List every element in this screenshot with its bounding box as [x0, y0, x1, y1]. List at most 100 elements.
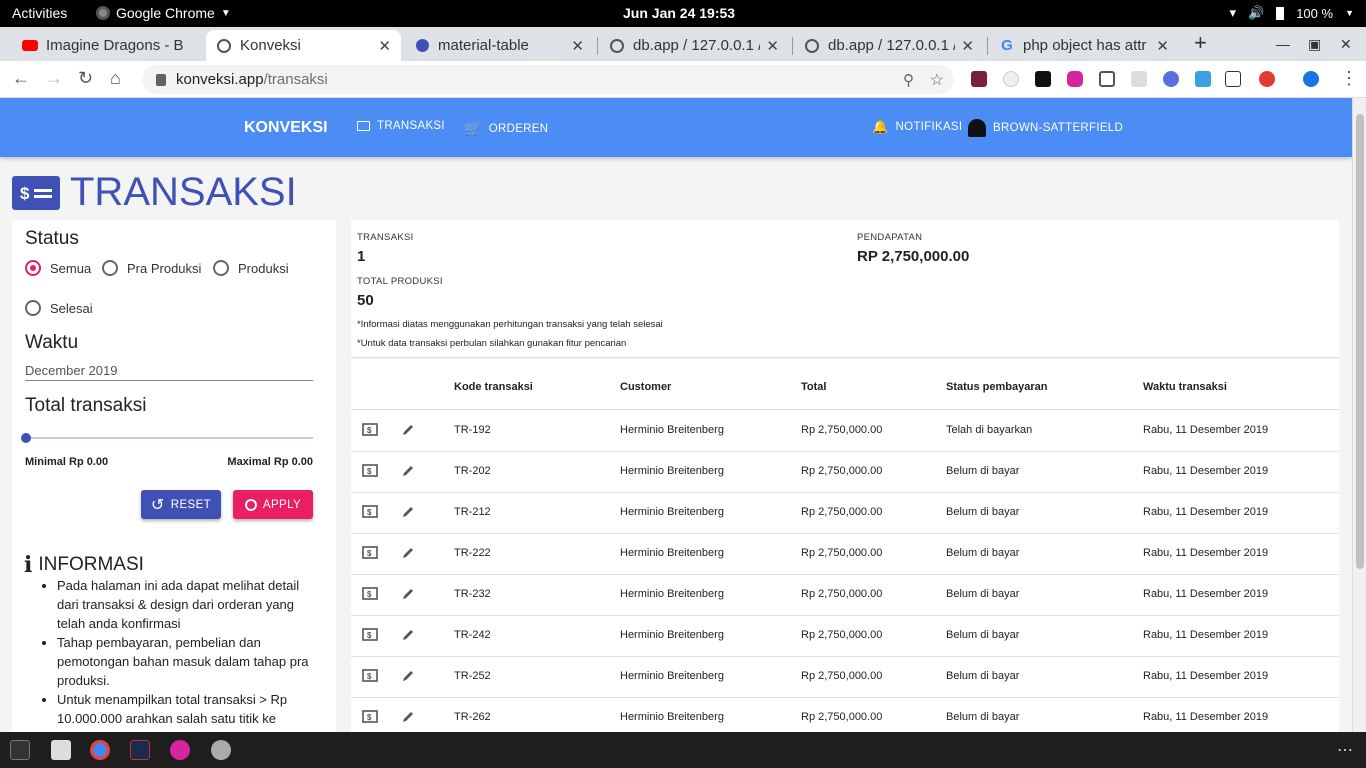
check-icon[interactable] — [1163, 71, 1179, 87]
files-icon[interactable] — [51, 740, 71, 760]
column-header[interactable]: Status pembayaran — [946, 381, 1047, 393]
nav-orderen[interactable]: 🛒 ORDEREN — [464, 120, 548, 137]
lightning-icon[interactable] — [1259, 71, 1275, 87]
system-tray[interactable]: ▾ 🔊 100 % ▼ — [1229, 5, 1354, 21]
column-header[interactable]: Kode transaksi — [454, 381, 533, 393]
na-icon[interactable] — [1225, 71, 1241, 87]
money-icon[interactable]: $ — [362, 505, 378, 521]
range-slider-thumb[interactable] — [21, 433, 31, 443]
money-icon[interactable]: $ — [362, 464, 378, 480]
chat-icon[interactable] — [1099, 71, 1115, 87]
tab-db-app-1[interactable]: db.app / 127.0.0.1 / ✕ — [599, 30, 789, 61]
page-title: $ TRANSAKSI — [12, 170, 297, 215]
table-cell: TR-212 — [454, 506, 491, 518]
chrome-icon[interactable] — [90, 740, 110, 760]
edit-pencil-icon[interactable] — [401, 464, 415, 481]
tab-title: db.app / 127.0.0.1 / — [633, 37, 761, 54]
edit-pencil-icon[interactable] — [401, 505, 415, 522]
tab-php-object[interactable]: G php object has attr ✕ — [989, 30, 1179, 61]
instagram-icon[interactable] — [1067, 71, 1083, 87]
edit-pencil-icon[interactable] — [401, 587, 415, 604]
money-icon[interactable]: $ — [362, 587, 378, 603]
close-icon[interactable]: ✕ — [766, 37, 779, 55]
nav-notifikasi[interactable]: 🔔 NOTIFIKASI — [872, 119, 962, 135]
column-header[interactable]: Customer — [620, 381, 671, 393]
edit-pencil-icon[interactable] — [401, 546, 415, 563]
minimize-button[interactable]: — — [1276, 36, 1290, 52]
tab-youtube[interactable]: Imagine Dragons - B — [12, 30, 202, 61]
close-icon[interactable]: ✕ — [378, 37, 391, 55]
edit-pencil-icon[interactable] — [401, 423, 415, 440]
close-icon[interactable]: ✕ — [961, 37, 974, 55]
edit-pencil-icon[interactable] — [401, 710, 415, 727]
table-row[interactable]: $ TR-262 Herminio Breitenberg Rp 2,750,000.… — [351, 698, 1339, 732]
activities-button[interactable]: Activities — [12, 5, 67, 21]
table-row[interactable]: $ TR-212 Herminio Breitenberg Rp 2,750,000.… — [351, 493, 1339, 534]
tab-konveksi[interactable]: Konveksi ✕ — [206, 30, 401, 61]
edit-pencil-icon[interactable] — [401, 669, 415, 686]
terminal-icon[interactable] — [10, 740, 30, 760]
radio-pra-produksi[interactable]: Pra Produksi — [102, 260, 201, 276]
home-icon[interactable]: ⌂ — [110, 68, 121, 89]
extension-icon[interactable] — [1131, 71, 1147, 87]
nav-transaksi[interactable]: TRANSAKSI — [357, 120, 445, 132]
app-grid-icon[interactable]: ⋯ — [1337, 740, 1357, 760]
reload-icon[interactable]: ↻ — [78, 68, 93, 89]
table-row[interactable]: $ TR-252 Herminio Breitenberg Rp 2,750,000.… — [351, 657, 1339, 698]
money-icon[interactable]: $ — [362, 546, 378, 562]
address-bar[interactable]: konveksi.app/transaksi ⚲ ☆ — [142, 65, 954, 94]
table-row[interactable]: $ TR-202 Herminio Breitenberg Rp 2,750,000.… — [351, 452, 1339, 493]
table-row[interactable]: $ TR-242 Herminio Breitenberg Rp 2,750,000.… — [351, 616, 1339, 657]
table-row[interactable]: $ TR-192 Herminio Breitenberg Rp 2,750,000.… — [351, 411, 1339, 452]
profile-icon[interactable] — [1303, 71, 1319, 87]
apply-button[interactable]: APPLY — [233, 490, 313, 519]
new-tab-button[interactable]: + — [1194, 30, 1207, 56]
money-icon[interactable]: $ — [362, 423, 378, 439]
window-close-button[interactable]: ✕ — [1340, 36, 1352, 53]
table-row[interactable]: $ TR-222 Herminio Breitenberg Rp 2,750,000.… — [351, 534, 1339, 575]
column-header[interactable]: Waktu transaksi — [1143, 381, 1227, 393]
bookmark-star-icon[interactable]: ☆ — [930, 70, 944, 90]
radio-label: Selesai — [50, 300, 93, 316]
table-cell: Rp 2,750,000.00 — [801, 465, 883, 477]
table-cell: Rabu, 11 Desember 2019 — [1143, 588, 1269, 600]
scrollbar-thumb[interactable] — [1356, 114, 1364, 569]
waktu-field[interactable] — [25, 361, 313, 381]
tab-db-app-2[interactable]: db.app / 127.0.0.1 / ✕ — [794, 30, 984, 61]
extension-icon[interactable] — [1195, 71, 1211, 87]
table-row[interactable]: $ TR-232 Herminio Breitenberg Rp 2,750,000.… — [351, 575, 1339, 616]
forward-arrow-icon[interactable]: → — [45, 68, 63, 89]
range-slider-track[interactable] — [25, 437, 313, 439]
table-cell: Rp 2,750,000.00 — [801, 670, 883, 682]
tab-material-table[interactable]: material-table ✕ — [404, 30, 594, 61]
table-cell: Herminio Breitenberg — [620, 506, 724, 518]
radio-produksi[interactable]: Produksi — [213, 260, 289, 276]
extension-icon[interactable] — [971, 71, 987, 87]
money-icon[interactable]: $ — [362, 710, 378, 726]
page-scrollbar[interactable] — [1352, 98, 1366, 732]
radio-circle — [25, 300, 41, 316]
radio-label: Semua — [50, 260, 92, 276]
reset-button[interactable]: ↺ RESET — [141, 490, 221, 519]
instagram-icon[interactable] — [170, 740, 190, 760]
money-icon[interactable]: $ — [362, 628, 378, 644]
extension-icon[interactable] — [1003, 71, 1019, 87]
edit-pencil-icon[interactable] — [401, 628, 415, 645]
zoom-icon[interactable]: ⚲ — [903, 71, 914, 89]
radio-semua[interactable]: Semua — [25, 260, 91, 276]
settings-icon[interactable] — [211, 740, 231, 760]
phpstorm-icon[interactable] — [130, 740, 150, 760]
clock[interactable]: Jun Jan 24 19:53 — [623, 5, 735, 21]
close-icon[interactable]: ✕ — [1156, 37, 1169, 55]
kebab-menu-icon[interactable]: ⋮ — [1340, 68, 1358, 89]
jetbrains-icon[interactable] — [1035, 71, 1051, 87]
back-arrow-icon[interactable]: ← — [12, 68, 30, 89]
app-menu[interactable]: Google Chrome ▼ — [96, 5, 231, 21]
maximize-button[interactable]: ▣ — [1308, 36, 1321, 53]
radio-selesai[interactable]: Selesai — [25, 300, 93, 316]
brand-logo[interactable]: KONVEKSI — [244, 119, 328, 137]
column-header[interactable]: Total — [801, 381, 826, 393]
close-icon[interactable]: ✕ — [571, 37, 584, 55]
user-menu[interactable]: BROWN-SATTERFIELD — [968, 119, 1123, 137]
money-icon[interactable]: $ — [362, 669, 378, 685]
